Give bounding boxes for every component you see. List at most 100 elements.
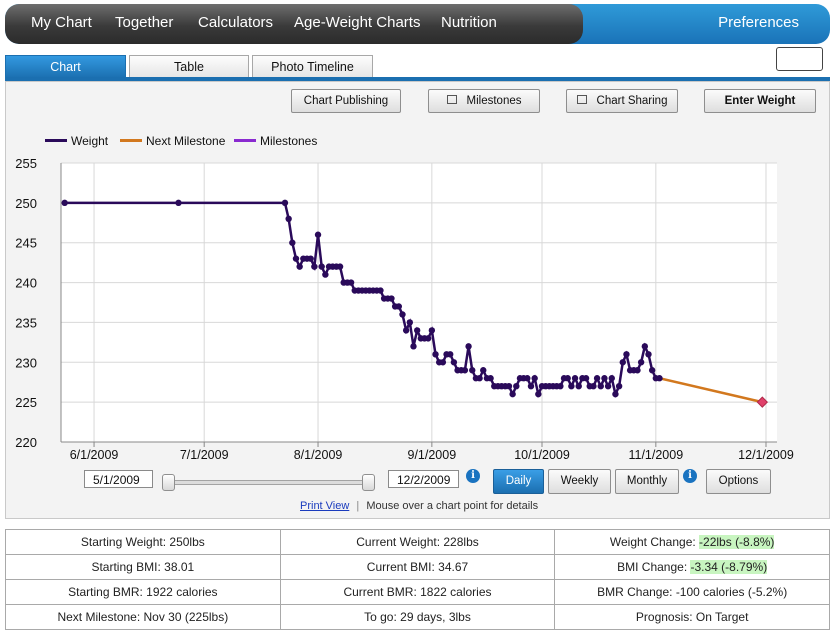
- period-weekly-button[interactable]: Weekly: [548, 469, 611, 494]
- y-tick-label: 245: [15, 236, 37, 251]
- table-row: Starting BMI: 38.01 Current BMI: 34.67 B…: [5, 554, 830, 580]
- weight-change: Weight Change: -22lbs (-8.8%): [554, 529, 830, 555]
- bmi-change-label: BMI Change:: [617, 560, 691, 574]
- options-button[interactable]: Options: [706, 469, 771, 494]
- y-tick-label: 220: [15, 435, 37, 450]
- weight-point: [307, 255, 314, 262]
- weight-point: [648, 367, 656, 374]
- print-view-link[interactable]: Print View: [300, 500, 349, 512]
- weight-point: [623, 351, 630, 358]
- info-icon[interactable]: i: [683, 469, 697, 483]
- weight-point: [601, 375, 608, 382]
- weight-point: [428, 327, 436, 334]
- weight-point: [318, 263, 325, 270]
- weight-point: [395, 303, 403, 310]
- starting-bmr: Starting BMR: 1922 calories: [5, 579, 281, 605]
- weight-change-label: Weight Change:: [609, 535, 700, 549]
- weight-point: [347, 279, 355, 286]
- x-tick-label: 8/1/2009: [294, 448, 343, 462]
- weight-point: [582, 375, 590, 382]
- weight-point: [619, 359, 626, 366]
- starting-bmi: Starting BMI: 38.01: [5, 554, 281, 580]
- weight-point: [322, 271, 329, 278]
- weight-point: [612, 390, 619, 398]
- chart-hint: Mouse over a chart point for details: [366, 500, 539, 512]
- period-monthly-button[interactable]: Monthly: [615, 469, 679, 494]
- weight-point: [513, 383, 520, 390]
- weight-point: [281, 199, 289, 207]
- weight-point: [465, 343, 472, 350]
- weight-point: [645, 351, 652, 358]
- weight-point: [447, 351, 454, 358]
- x-tick-label: 9/1/2009: [408, 448, 457, 462]
- weight-point: [461, 367, 469, 374]
- bmr-change: BMR Change: -100 calories (-5.2%): [554, 579, 830, 605]
- current-weight: Current Weight: 228lbs: [279, 529, 556, 555]
- weight-point: [292, 255, 300, 262]
- slider-handle-start[interactable]: [162, 474, 175, 491]
- table-row: Starting Weight: 250lbs Current Weight: …: [5, 529, 830, 555]
- weight-point: [597, 383, 604, 390]
- weight-point: [509, 390, 516, 398]
- weight-point: [450, 359, 458, 366]
- y-tick-label: 250: [15, 196, 37, 211]
- x-tick-label: 6/1/2009: [70, 448, 119, 462]
- start-date-field[interactable]: 5/1/2009: [84, 470, 153, 488]
- y-tick-label: 240: [15, 276, 37, 291]
- weight-point: [388, 295, 395, 302]
- slider-handle-end[interactable]: [362, 474, 375, 491]
- weight-point: [608, 375, 615, 382]
- weight-point: [527, 383, 535, 390]
- stats-table: Starting Weight: 250lbs Current Weight: …: [5, 529, 830, 630]
- to-go: To go: 29 days, 3lbs: [279, 604, 556, 630]
- weight-point: [564, 375, 571, 382]
- x-tick-label: 7/1/2009: [180, 448, 229, 462]
- weight-point: [336, 263, 344, 270]
- prognosis: Prognosis: On Target: [554, 604, 830, 630]
- weight-point: [314, 231, 322, 238]
- weight-point: [289, 239, 296, 246]
- weight-point: [593, 375, 601, 382]
- period-daily-button[interactable]: Daily: [493, 469, 544, 494]
- info-icon[interactable]: i: [466, 469, 480, 483]
- next-milestone: Next Milestone: Nov 30 (225lbs): [5, 604, 281, 630]
- x-tick-label: 10/1/2009: [514, 448, 570, 462]
- weight-point: [637, 359, 645, 366]
- weight-point: [568, 383, 575, 390]
- x-tick-label: 12/1/2009: [738, 448, 794, 462]
- weight-point: [615, 383, 623, 390]
- weight-point: [175, 199, 182, 207]
- weight-point: [476, 375, 483, 382]
- weight-point: [413, 327, 421, 334]
- end-date-field[interactable]: 12/2/2009: [388, 470, 459, 488]
- table-row: Starting BMR: 1922 calories Current BMR:…: [5, 579, 830, 605]
- weight-chart[interactable]: 220 225 230 235 240 245 250 255 6/1/2009 7/1/2009…: [0, 0, 835, 470]
- weight-point: [634, 367, 641, 374]
- weight-point: [575, 383, 582, 390]
- weight-point: [604, 383, 612, 390]
- weight-point: [439, 359, 447, 366]
- current-bmi: Current BMI: 34.67: [279, 554, 556, 580]
- weight-point: [402, 327, 410, 334]
- date-range-slider[interactable]: [168, 480, 372, 485]
- weight-point: [480, 367, 487, 374]
- weight-point: [531, 375, 538, 382]
- print-row: Print View | Mouse over a chart point fo…: [300, 500, 538, 512]
- y-tick-label: 255: [15, 156, 37, 171]
- weight-point: [487, 375, 494, 382]
- weight-point: [424, 335, 432, 342]
- weight-point: [590, 383, 597, 390]
- weight-point: [432, 351, 439, 358]
- weight-point: [406, 319, 414, 326]
- bmi-change-value: -3.34 (-8.79%): [690, 560, 768, 574]
- weight-point: [285, 215, 292, 222]
- plot-area: [61, 163, 777, 442]
- weight-change-value: -22lbs (-8.8%): [699, 535, 775, 549]
- separator: |: [356, 500, 360, 512]
- weight-point: [505, 383, 513, 390]
- weight-point: [535, 390, 542, 398]
- weight-point: [377, 287, 384, 294]
- y-tick-label: 230: [15, 355, 37, 370]
- weight-point: [557, 383, 564, 390]
- starting-weight: Starting Weight: 250lbs: [5, 529, 281, 555]
